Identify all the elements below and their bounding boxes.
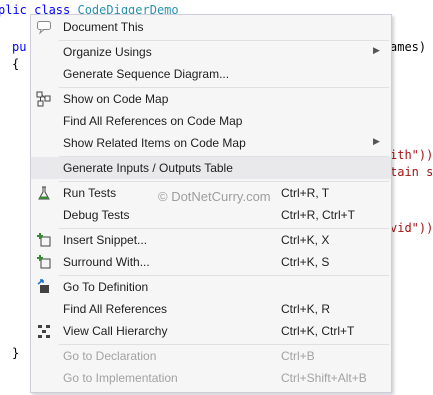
code-line-method: pu (12, 40, 27, 54)
menu-item-label: Generate Sequence Diagram... (63, 67, 230, 81)
menu-item-shortcut: Ctrl+K, Ctrl+T (281, 324, 355, 338)
menu-item-go-to-definition[interactable]: Go To Definition (31, 276, 391, 298)
menu-item-surround-with[interactable]: Surround With... Ctrl+K, S (31, 251, 391, 273)
submenu-arrow-icon: ▶ (373, 136, 380, 146)
menu-item-shortcut: Ctrl+R, T (281, 186, 330, 200)
menu-item-label: Generate Inputs / Outputs Table (63, 161, 233, 175)
menu-item-shortcut: Ctrl+B (281, 349, 315, 363)
menu-item-label: Find All References on Code Map (63, 114, 243, 128)
menu-item-label: Go to Implementation (63, 371, 178, 385)
menu-item-go-to-declaration: Go to Declaration Ctrl+B (31, 345, 391, 367)
code-line-string-1: ith")); (390, 148, 433, 162)
watermark: © DotNetCurry.com (158, 189, 271, 204)
menu-item-generate-io-table[interactable]: Generate Inputs / Outputs Table (31, 157, 391, 179)
menu-item-find-references-code-map[interactable]: Find All References on Code Map (31, 110, 391, 132)
menu-item-label: Show on Code Map (63, 92, 169, 106)
menu-item-label: Insert Snippet... (63, 233, 148, 247)
menu-item-label: Surround With... (63, 255, 150, 269)
menu-item-debug-tests[interactable]: Debug Tests Ctrl+R, Ctrl+T (31, 204, 391, 226)
menu-item-view-call-hierarchy[interactable]: View Call Hierarchy Ctrl+K, Ctrl+T (31, 320, 391, 342)
menu-item-label: Run Tests (63, 186, 117, 200)
menu-item-label: Go to Declaration (63, 349, 157, 363)
code-map-icon (36, 91, 51, 107)
menu-item-show-related-items[interactable]: Show Related Items on Code Map ▶ (31, 132, 391, 154)
menu-item-label: Debug Tests (63, 208, 130, 222)
menu-item-shortcut: Ctrl+K, S (281, 255, 330, 269)
call-hierarchy-icon (38, 325, 50, 338)
menu-item-show-on-code-map[interactable]: Show on Code Map (31, 88, 391, 110)
menu-item-label: View Call Hierarchy (63, 324, 168, 338)
menu-item-label: Find All References (63, 302, 168, 316)
menu-item-shortcut: Ctrl+Shift+Alt+B (281, 371, 367, 385)
flask-icon (38, 186, 50, 200)
go-definition-icon (37, 279, 49, 293)
menu-item-shortcut: Ctrl+K, R (281, 302, 331, 316)
menu-item-insert-snippet[interactable]: Insert Snippet... Ctrl+K, X (31, 229, 391, 251)
code-line-close-brace: } (12, 346, 20, 360)
snippet-icon (37, 233, 51, 247)
menu-item-shortcut: Ctrl+R, Ctrl+T (281, 208, 356, 222)
menu-item-find-all-references[interactable]: Find All References Ctrl+K, R (31, 298, 391, 320)
code-line-string-3: vid")); (390, 221, 433, 235)
menu-item-label: Show Related Items on Code Map (63, 136, 246, 150)
comment-icon (37, 21, 51, 35)
menu-item-organize-usings[interactable]: Organize Usings ▶ (31, 41, 391, 63)
menu-item-label: Go To Definition (63, 280, 149, 294)
menu-item-go-to-implementation: Go to Implementation Ctrl+Shift+Alt+B (31, 367, 391, 389)
menu-item-label: Document This (63, 20, 144, 34)
surround-icon (37, 255, 51, 269)
menu-item-label: Organize Usings (63, 45, 152, 59)
menu-item-shortcut: Ctrl+K, X (281, 233, 330, 247)
menu-item-document-this[interactable]: Document This (31, 16, 391, 38)
submenu-arrow-icon: ▶ (373, 45, 380, 55)
code-line-string-2: tain s (390, 165, 433, 179)
menu-item-generate-sequence-diagram[interactable]: Generate Sequence Diagram... (31, 63, 391, 85)
code-line-open-brace: { (12, 57, 20, 71)
code-line-method-tail: ames) (390, 40, 427, 54)
